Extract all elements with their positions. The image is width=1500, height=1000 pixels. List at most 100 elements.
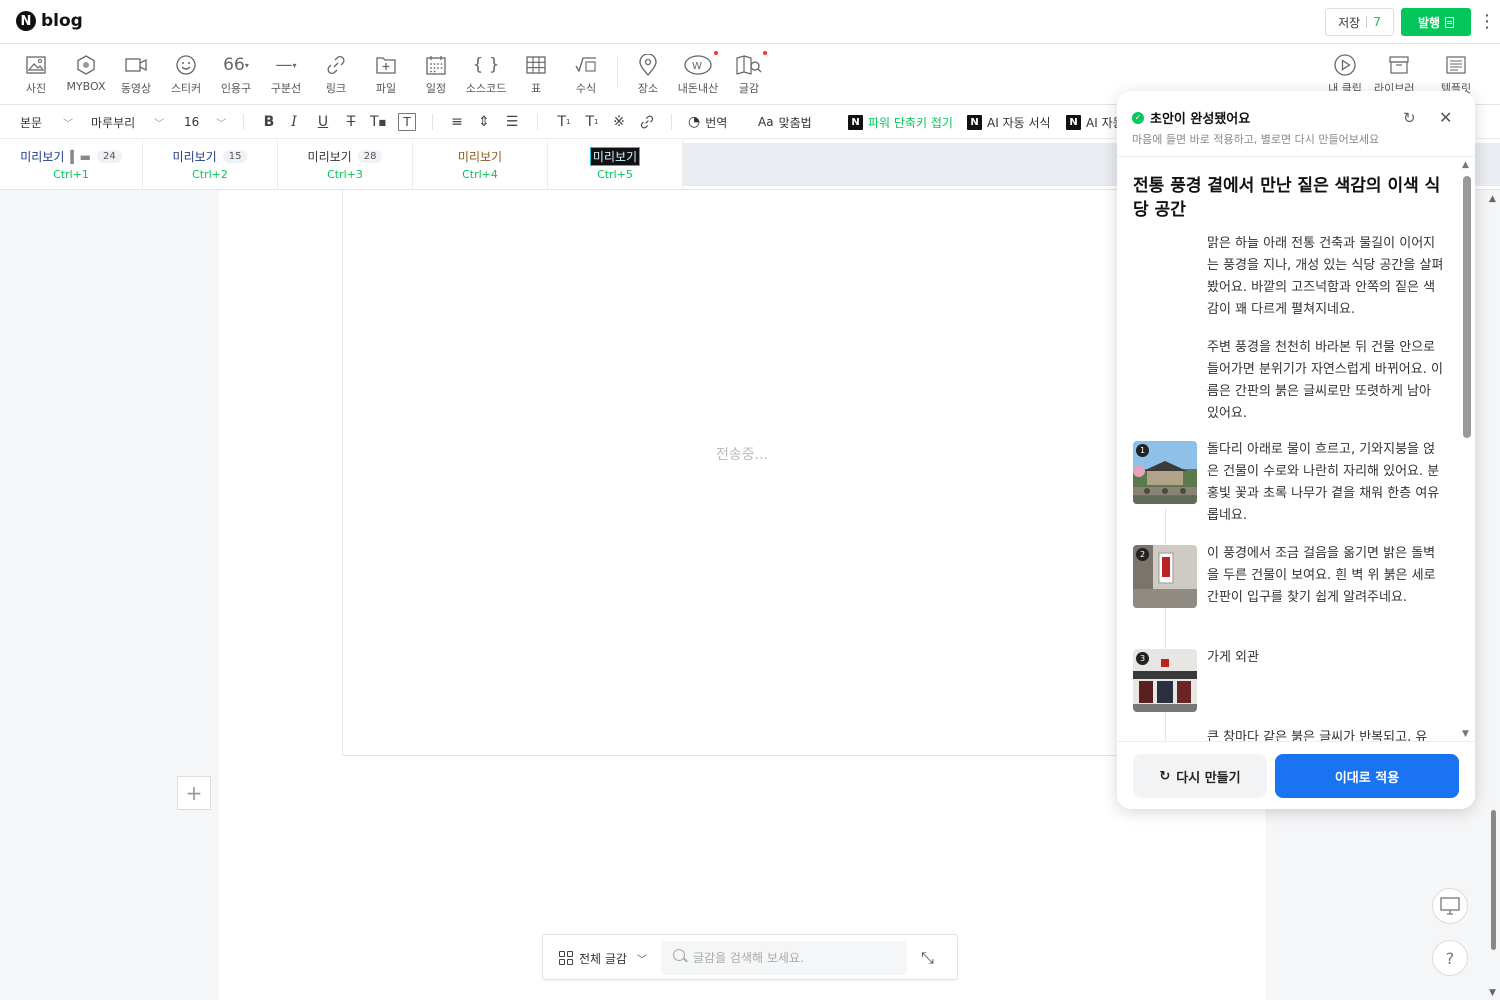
save-label: 저장 <box>1338 15 1361 30</box>
superscript-icon[interactable]: T1 <box>555 113 573 131</box>
preview-style-5[interactable]: 미리보기 Ctrl+5 <box>548 140 683 189</box>
insert-file-button[interactable]: 파일 <box>361 53 411 96</box>
draft-paragraph: 맑은 하늘 아래 전통 건축과 물길이 이어지는 풍경을 지나, 개성 있는 식… <box>1207 236 1444 317</box>
preview-style-2[interactable]: 미리보기 15 Ctrl+2 <box>143 140 278 189</box>
insert-mybox-label: MYBOX <box>66 80 106 93</box>
spellcheck-button[interactable]: Aa 맞춤법 <box>758 105 812 139</box>
publish-button[interactable]: 발행 <box>1401 8 1471 36</box>
subscript-icon[interactable]: T1 <box>583 113 601 131</box>
translate-label: 번역 <box>705 115 728 130</box>
help-icon[interactable]: ? <box>1432 940 1468 976</box>
preview-style-4[interactable]: 미리보기 Ctrl+4 <box>413 140 548 189</box>
ai-draft-content[interactable]: 전통 풍경 곁에서 만난 짙은 색감의 이색 식당 공간 맑은 하늘 아래 전통… <box>1117 158 1475 741</box>
naver-n-icon: N <box>1066 114 1081 130</box>
insert-sticker-button[interactable]: 스티커 <box>161 53 211 96</box>
apply-button[interactable]: 이대로 적용 <box>1275 754 1459 798</box>
draft-image-thumbnail[interactable]: 3 <box>1133 649 1197 712</box>
insert-wallet-button[interactable]: W 내돈내산 <box>673 51 723 96</box>
insert-place-button[interactable]: 장소 <box>623 53 673 96</box>
link-icon[interactable] <box>638 113 656 131</box>
insert-mybox-button[interactable]: MYBOX <box>61 53 111 93</box>
paragraph-style-select[interactable]: 본문 ﹀ <box>20 105 73 139</box>
document-icon <box>1445 16 1455 28</box>
insert-quote-button[interactable]: 66 ▾ 인용구 <box>211 53 261 96</box>
insert-video-button[interactable]: 동영상 <box>111 53 161 96</box>
regenerate-button[interactable]: ↻ 다시 만들기 <box>1133 754 1267 798</box>
saved-count[interactable]: 7 <box>1373 15 1381 29</box>
insert-formula-button[interactable]: 수식 <box>561 53 611 96</box>
my-clip-button[interactable]: 내 클립 <box>1320 53 1370 96</box>
save-separator <box>1366 16 1368 28</box>
more-menu-icon[interactable]: ⋮ <box>1478 10 1496 34</box>
close-icon[interactable]: ✕ <box>1439 108 1452 127</box>
strikethrough-icon[interactable]: T <box>342 113 360 131</box>
regenerate-label: 다시 만들기 <box>1176 770 1241 786</box>
translate-button[interactable]: ◔ 번역 <box>688 105 727 139</box>
chevron-down-icon: ﹀ <box>216 118 227 130</box>
scroll-up-icon[interactable]: ▲ <box>1462 160 1469 170</box>
ai-auto-button[interactable]: N AI 자동 <box>1066 105 1124 139</box>
material-category-select[interactable]: 전체 글감 ﹀ <box>559 935 647 981</box>
italic-icon[interactable]: I <box>285 113 303 131</box>
spellcheck-label: 맞춤법 <box>778 115 812 130</box>
line-height-icon[interactable]: ⇕ <box>475 113 493 131</box>
ai-panel-scrollbar[interactable]: ▲ ▼ <box>1461 158 1475 741</box>
search-icon <box>673 949 685 961</box>
font-size-select[interactable]: 16 ﹀ <box>184 105 226 139</box>
ai-panel-footer: ↻ 다시 만들기 이대로 적용 <box>1117 741 1475 809</box>
clip-icon <box>1334 53 1356 77</box>
spellcheck-icon: Aa <box>758 115 774 129</box>
bold-icon[interactable]: B <box>260 113 278 131</box>
ai-draft-panel: ✓ 초안이 완성됐어요 마음에 들면 바로 적용하고, 별로면 다시 만들어보세… <box>1117 91 1475 809</box>
text-color-icon[interactable]: T ■ <box>369 113 387 131</box>
special-char-icon[interactable]: ※ <box>610 113 628 131</box>
insert-code-button[interactable]: { } 소스코드 <box>461 53 511 96</box>
ai-panel-title: ✓ 초안이 완성됐어요 <box>1132 108 1250 127</box>
insert-material-label: 글감 <box>738 82 760 95</box>
photo-icon <box>26 53 46 77</box>
preview-style-1[interactable]: 미리보기 ▍▬ 24 Ctrl+1 <box>0 140 143 189</box>
sticker-icon <box>176 53 196 77</box>
grid-icon <box>559 951 573 965</box>
page-scrollbar[interactable]: ▲ ▼ <box>1488 190 1500 1000</box>
material-search-input[interactable] <box>661 941 907 975</box>
scroll-down-icon[interactable]: ▼ <box>1462 729 1469 739</box>
scrollbar-thumb[interactable] <box>1491 810 1496 950</box>
scrollbar-thumb[interactable] <box>1463 176 1471 438</box>
refresh-icon[interactable]: ↻ <box>1403 109 1416 127</box>
underline-icon[interactable]: U <box>314 113 332 131</box>
insert-link-button[interactable]: 링크 <box>311 53 361 96</box>
power-shortcut-toggle[interactable]: N 파워 단축키 접기 <box>848 105 953 139</box>
insert-calendar-button[interactable]: 일정 <box>411 53 461 96</box>
save-button[interactable]: 저장 7 <box>1325 8 1394 36</box>
insert-table-button[interactable]: 표 <box>511 53 561 96</box>
insert-material-button[interactable]: 글감 <box>724 51 774 96</box>
add-component-button[interactable]: + <box>177 776 211 810</box>
insert-divider-button[interactable]: — ▾ 구분선 <box>261 53 311 96</box>
monitor-icon[interactable] <box>1432 888 1468 924</box>
preview-style-3[interactable]: 미리보기 28 Ctrl+3 <box>278 140 413 189</box>
collapse-icon[interactable]: ⤡ <box>921 948 934 968</box>
align-center-icon[interactable]: ≡ <box>448 113 466 131</box>
calendar-icon <box>426 53 446 77</box>
font-select[interactable]: 마루부리 ﹀ <box>91 105 164 139</box>
check-icon: ✓ <box>1132 111 1144 124</box>
insert-photo-button[interactable]: 사진 <box>11 53 61 96</box>
draft-image-thumbnail[interactable]: 2 <box>1133 545 1197 608</box>
image-upload-placeholder[interactable] <box>342 190 1142 756</box>
chevron-down-icon: ﹀ <box>636 954 647 966</box>
ai-auto-format-button[interactable]: N AI 자동 서식 <box>967 105 1051 139</box>
preview-shortcut: Ctrl+3 <box>327 168 363 181</box>
text-background-icon[interactable]: T <box>398 113 416 131</box>
scroll-down-icon[interactable]: ▼ <box>1489 988 1496 998</box>
insert-file-label: 파일 <box>375 82 397 95</box>
blog-logo[interactable]: N blog <box>16 11 83 31</box>
place-icon <box>639 53 657 77</box>
draft-image-thumbnail[interactable]: 1 <box>1133 441 1197 504</box>
template-button[interactable]: 템플릿 <box>1431 53 1481 96</box>
draft-paragraph-cut: 큰 창마다 같은 붉은 글씨가 반복되고, 유 <box>1207 730 1428 741</box>
bullet-list-icon[interactable]: ☰ <box>503 113 521 131</box>
quote-icon: 66 ▾ <box>223 55 249 75</box>
top-bar: N blog 저장 7 발행 ⋮ <box>0 0 1500 44</box>
scroll-up-icon[interactable]: ▲ <box>1489 194 1496 204</box>
